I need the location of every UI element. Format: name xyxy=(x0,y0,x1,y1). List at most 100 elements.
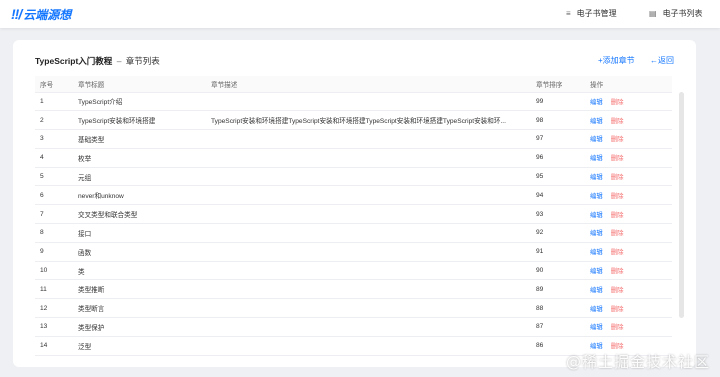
cell-actions: 编辑 删除 xyxy=(585,110,672,131)
cell-title: 交叉类型和联合类型 xyxy=(73,204,206,225)
edit-button[interactable]: 编辑 xyxy=(590,136,603,143)
cell-description xyxy=(206,92,531,112)
cell-description xyxy=(206,223,531,243)
table-row: 1 TypeScript介绍 99 编辑 删除 xyxy=(35,92,672,112)
edit-button[interactable]: 编辑 xyxy=(590,118,603,125)
table-row: 7 交叉类型和联合类型 93 编辑 删除 xyxy=(35,204,672,225)
edit-button[interactable]: 编辑 xyxy=(590,155,603,162)
cell-title: 类型断言 xyxy=(73,298,206,319)
cell-actions: 编辑 删除 xyxy=(585,148,672,168)
cell-order: 89 xyxy=(531,279,585,300)
chapter-list-card: TypeScript入门教程 – 章节列表 +添加章节 ←返回 序号 章节标题 … xyxy=(13,40,696,367)
cell-order: 93 xyxy=(531,204,585,225)
edit-button[interactable]: 编辑 xyxy=(590,268,603,275)
cell-number: 4 xyxy=(35,148,73,168)
edit-button[interactable]: 编辑 xyxy=(590,343,603,350)
cell-order: 92 xyxy=(531,223,585,243)
title-separator: – xyxy=(116,56,122,66)
cell-number: 9 xyxy=(35,242,73,262)
book-title: TypeScript入门教程 xyxy=(35,56,113,66)
cell-order: 98 xyxy=(531,110,585,131)
cell-title: 类型保护 xyxy=(73,317,206,337)
nav-ebook-management[interactable]: ≡ 电子书管理 xyxy=(566,8,617,19)
page-title: TypeScript入门教程 – 章节列表 xyxy=(35,55,160,67)
cell-title: 函数 xyxy=(73,242,206,262)
nav-label: 电子书管理 xyxy=(576,9,617,18)
delete-button[interactable]: 删除 xyxy=(611,306,624,313)
table-row: 5 元组 95 编辑 删除 xyxy=(35,167,672,187)
cell-title: 元组 xyxy=(73,167,206,187)
cell-number: 8 xyxy=(35,223,73,243)
cell-actions: 编辑 删除 xyxy=(585,204,672,225)
delete-button[interactable]: 删除 xyxy=(611,174,624,181)
delete-button[interactable]: 删除 xyxy=(611,136,624,143)
cell-number: 6 xyxy=(35,185,73,206)
edit-button[interactable]: 编辑 xyxy=(590,174,603,181)
top-navbar: !!/ 云端源想 ≡ 电子书管理 ▤ 电子书列表 xyxy=(0,0,720,28)
table-row: 11 类型推断 89 编辑 删除 xyxy=(35,279,672,300)
back-button[interactable]: ←返回 xyxy=(650,55,674,66)
col-header-number: 序号 xyxy=(35,76,73,93)
table-scrollbar[interactable] xyxy=(679,92,684,318)
book-icon: ▤ xyxy=(649,9,657,18)
delete-button[interactable]: 删除 xyxy=(611,287,624,294)
table-header-row: 序号 章节标题 章节描述 章节排序 操作 xyxy=(35,76,672,93)
cell-title: 枚举 xyxy=(73,148,206,168)
delete-button[interactable]: 删除 xyxy=(611,324,624,331)
delete-button[interactable]: 删除 xyxy=(611,118,624,125)
delete-button[interactable]: 删除 xyxy=(611,268,624,275)
cell-description xyxy=(206,148,531,168)
col-header-title: 章节标题 xyxy=(73,76,206,93)
cell-order: 97 xyxy=(531,129,585,149)
cell-order: 87 xyxy=(531,317,585,337)
list-icon: ≡ xyxy=(566,9,571,18)
nav-ebook-list[interactable]: ▤ 电子书列表 xyxy=(649,8,703,19)
cell-title: 接口 xyxy=(73,223,206,243)
cell-title: 类 xyxy=(73,261,206,281)
logo-text: 云端源想 xyxy=(23,7,72,22)
table-row: 12 类型断言 88 编辑 删除 xyxy=(35,298,672,319)
edit-button[interactable]: 编辑 xyxy=(590,287,603,294)
nav-label: 电子书列表 xyxy=(662,9,703,18)
cell-description xyxy=(206,185,531,206)
cell-order: 90 xyxy=(531,261,585,281)
table-row: 13 类型保护 87 编辑 删除 xyxy=(35,317,672,337)
edit-button[interactable]: 编辑 xyxy=(590,306,603,313)
cell-description xyxy=(206,261,531,281)
cell-actions: 编辑 删除 xyxy=(585,279,672,300)
edit-button[interactable]: 编辑 xyxy=(590,212,603,219)
app-logo[interactable]: !!/ 云端源想 xyxy=(11,5,71,23)
delete-button[interactable]: 删除 xyxy=(611,155,624,162)
cell-title: 类型推断 xyxy=(73,279,206,300)
cell-title: 泛型 xyxy=(73,336,206,356)
delete-button[interactable]: 删除 xyxy=(611,249,624,256)
cell-description xyxy=(206,167,531,187)
delete-button[interactable]: 删除 xyxy=(611,230,624,237)
delete-button[interactable]: 删除 xyxy=(611,99,624,106)
edit-button[interactable]: 编辑 xyxy=(590,230,603,237)
cell-description xyxy=(206,129,531,149)
cell-number: 5 xyxy=(35,167,73,187)
cell-order: 99 xyxy=(531,92,585,112)
cell-actions: 编辑 删除 xyxy=(585,317,672,337)
table-row: 6 never和unknow 94 编辑 删除 xyxy=(35,185,672,206)
edit-button[interactable]: 编辑 xyxy=(590,324,603,331)
edit-button[interactable]: 编辑 xyxy=(590,249,603,256)
table-row: 10 类 90 编辑 删除 xyxy=(35,261,672,281)
col-header-actions: 操作 xyxy=(585,76,672,93)
edit-button[interactable]: 编辑 xyxy=(590,99,603,106)
add-chapter-button[interactable]: +添加章节 xyxy=(598,55,635,66)
cell-description xyxy=(206,317,531,337)
cell-actions: 编辑 删除 xyxy=(585,92,672,112)
cell-number: 7 xyxy=(35,204,73,225)
edit-button[interactable]: 编辑 xyxy=(590,193,603,200)
delete-button[interactable]: 删除 xyxy=(611,212,624,219)
delete-button[interactable]: 删除 xyxy=(611,193,624,200)
cell-actions: 编辑 删除 xyxy=(585,298,672,319)
cell-order: 88 xyxy=(531,298,585,319)
cell-title: never和unknow xyxy=(73,185,206,206)
cell-description xyxy=(206,298,531,319)
cell-description xyxy=(206,204,531,225)
delete-button[interactable]: 删除 xyxy=(611,343,624,350)
table-row: 4 枚举 96 编辑 删除 xyxy=(35,148,672,168)
